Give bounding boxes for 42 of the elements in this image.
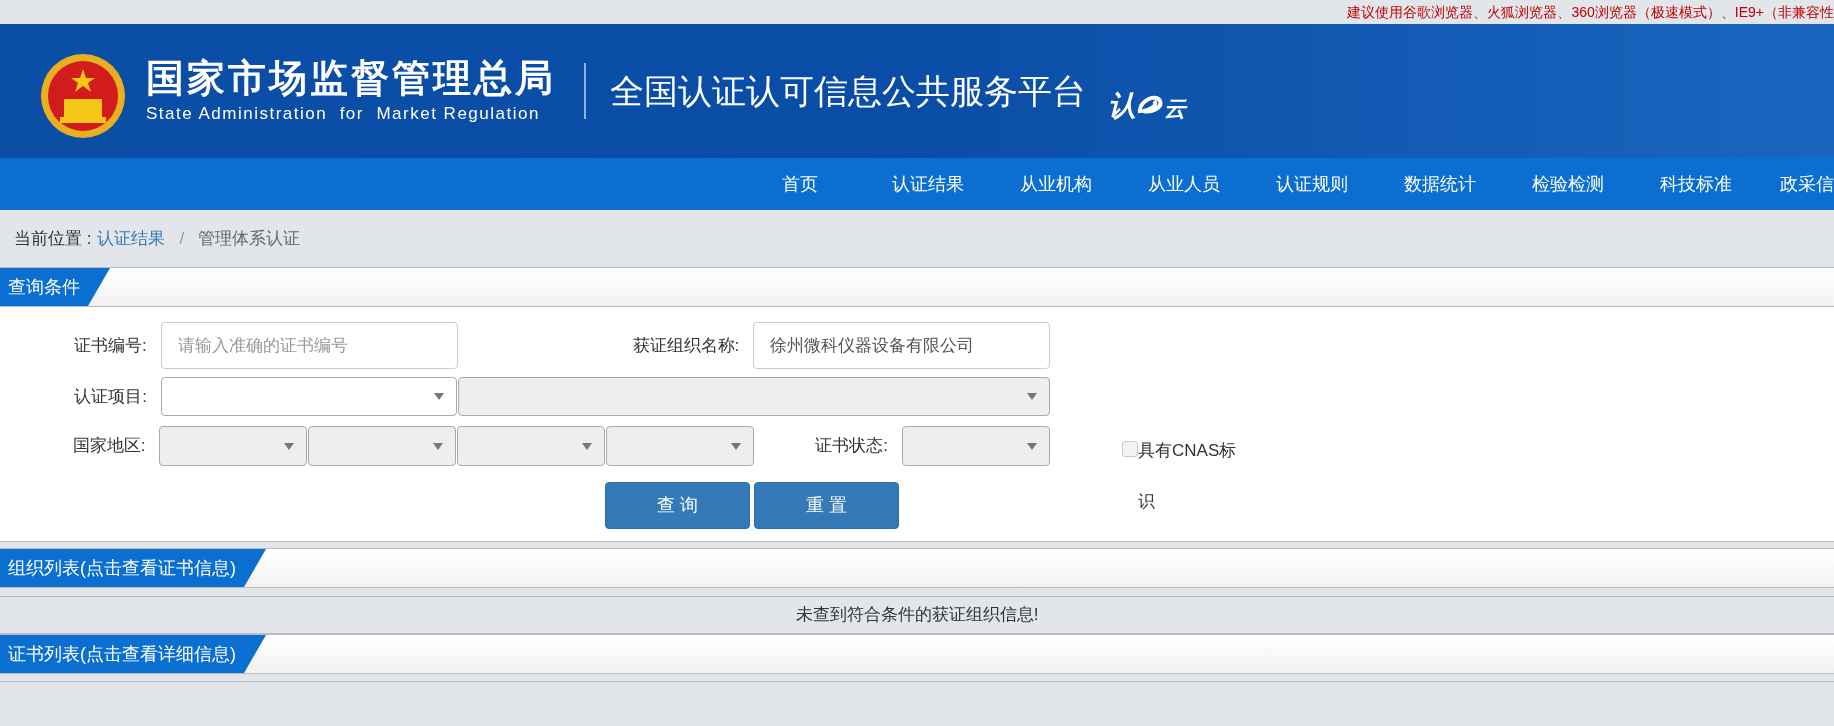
field-label: 获证组织名称: [631,334,740,357]
nav-link[interactable]: 从业机构 [992,170,1120,198]
nav-link[interactable]: 政采信 [1760,170,1834,198]
caret-icon [284,442,295,450]
certificate-number-input[interactable]: 请输入准确的证书编号 [160,322,458,369]
caret-icon [1027,442,1037,450]
browser-notice: 建议使用谷歌浏览器、火狐浏览器、360浏览器（极速模式）、IE9+（非兼容性 [1347,2,1834,22]
breadcrumb-link[interactable]: 认证结果 [97,225,166,252]
emblem-icon [40,51,126,141]
breadcrumb-label: 当前位置 : [14,227,92,250]
form-button[interactable]: 重 置 [754,482,899,529]
org-name: 国家市场监督管理总局 [146,56,556,101]
field-label: 证书编号: [73,334,147,357]
cnas-checkbox[interactable] [1122,441,1138,457]
nav-link[interactable]: 认证规则 [1248,170,1376,198]
caret-icon [434,393,444,400]
field-label: 国家地区: [71,435,146,458]
section-title: 查询条件 [0,268,110,306]
empty-message: 未查到符合条件的获证组织信息! [795,604,1039,627]
org-name-english: State Administration for Market Regulation [146,103,541,125]
caret-icon [433,442,444,450]
field-label: 认证项目: [73,385,147,408]
select-field[interactable] [161,377,457,416]
nav-link[interactable]: 检验检测 [1504,170,1632,198]
nav-link[interactable]: 科技标准 [1632,170,1760,198]
caret-icon [582,442,593,450]
nav-link[interactable]: 从业人员 [1120,170,1248,198]
breadcrumb-separator: / [178,227,186,250]
breadcrumb-current: 管理体系认证 [198,227,301,250]
cnas-label: 具有CNAS标识 [1138,440,1238,513]
platform-name: 全国认证认可信息公共服务平台 [610,70,1086,112]
nav-link[interactable]: 首页 [736,170,864,198]
field-label: 证书状态: [814,435,888,458]
nav-link[interactable]: 认证结果 [864,170,992,198]
section-title: 组织列表(点击查看证书信息) [0,549,266,587]
section-title: 证书列表(点击查看详细信息) [0,635,266,673]
caret-icon [731,442,742,450]
logo-mark: 认 云 [1108,89,1186,121]
organization-name-input[interactable]: 徐州微科仪器设备有限公司 [753,322,1050,369]
caret-icon [1027,393,1037,400]
nav-link[interactable]: 数据统计 [1376,170,1504,198]
form-button[interactable]: 查 询 [605,482,750,529]
